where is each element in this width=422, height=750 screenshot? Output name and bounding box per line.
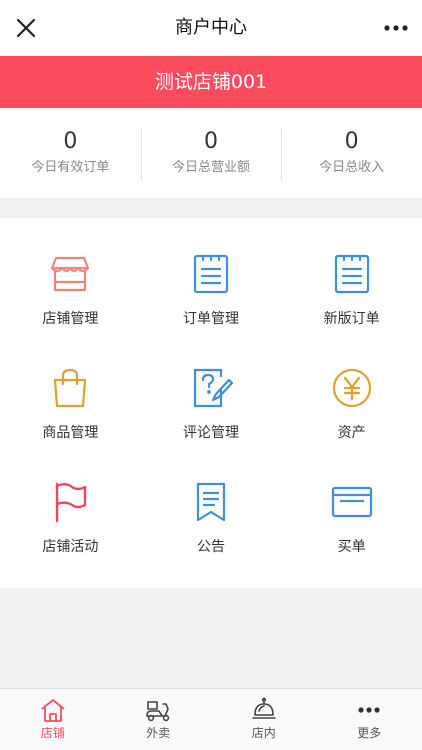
bookmark-icon xyxy=(189,480,233,524)
card-icon xyxy=(330,480,374,524)
more-dots-icon xyxy=(384,25,408,31)
menu-order-management[interactable]: 订单管理 xyxy=(141,242,282,356)
page-title: 商户中心 xyxy=(175,17,247,38)
menu-store-activities[interactable]: 店铺活动 xyxy=(0,470,141,584)
yen-coin-icon xyxy=(330,366,374,410)
menu-announcement[interactable]: 公告 xyxy=(141,470,282,584)
stat-value: 0 xyxy=(204,129,218,154)
menu-label: 公告 xyxy=(196,539,225,555)
tab-dine-in[interactable]: 店内 xyxy=(211,689,317,750)
menu-label: 订单管理 xyxy=(182,311,239,327)
tab-label: 更多 xyxy=(357,726,382,740)
tab-takeout[interactable]: 外卖 xyxy=(106,689,212,750)
stat-label: 今日有效订单 xyxy=(31,160,110,175)
menu-new-orders[interactable]: 新版订单 xyxy=(281,242,422,356)
tab-label: 外卖 xyxy=(146,726,171,740)
new-order-icon xyxy=(330,252,374,296)
nav-bar: 商户中心 xyxy=(0,0,422,56)
stat-label: 今日总收入 xyxy=(319,160,385,175)
store-icon xyxy=(48,252,92,296)
shopping-bag-icon xyxy=(48,366,92,410)
stats-panel: 0 今日有效订单 0 今日总营业额 0 今日总收入 xyxy=(0,108,422,198)
stat-total-income[interactable]: 0 今日总收入 xyxy=(281,127,422,181)
more-dots-icon xyxy=(355,697,383,723)
menu-product-management[interactable]: 商品管理 xyxy=(0,356,141,470)
more-button[interactable] xyxy=(382,18,410,38)
tab-label: 店内 xyxy=(251,726,276,740)
order-list-icon xyxy=(189,252,233,296)
tab-label: 店铺 xyxy=(40,726,65,740)
stat-total-turnover[interactable]: 0 今日总营业额 xyxy=(140,127,282,181)
bottom-tab-bar: 店铺 外卖 店内 更多 xyxy=(0,688,422,750)
menu-label: 店铺活动 xyxy=(42,539,99,555)
stat-label: 今日总营业额 xyxy=(172,160,251,175)
tab-store[interactable]: 店铺 xyxy=(0,689,106,750)
function-grid: 店铺管理 订单管理 新版订单 商品管理 评论管理 资产 店铺活动 公告 买单 xyxy=(0,218,422,588)
scooter-icon xyxy=(144,697,172,723)
home-icon xyxy=(39,697,67,723)
stat-value: 0 xyxy=(344,129,359,154)
menu-assets[interactable]: 资产 xyxy=(281,356,422,470)
menu-label: 商品管理 xyxy=(42,425,99,441)
menu-label: 买单 xyxy=(337,539,366,555)
menu-checkout[interactable]: 买单 xyxy=(281,470,422,584)
review-icon xyxy=(189,366,233,410)
tab-more[interactable]: 更多 xyxy=(317,689,422,750)
menu-label: 评论管理 xyxy=(182,425,239,441)
store-banner: 测试店铺001 xyxy=(0,56,422,108)
menu-store-management[interactable]: 店铺管理 xyxy=(0,242,141,356)
flag-icon xyxy=(48,480,92,524)
menu-label: 新版订单 xyxy=(323,311,380,327)
menu-label: 资产 xyxy=(337,425,366,441)
menu-label: 店铺管理 xyxy=(42,311,99,327)
stat-valid-orders[interactable]: 0 今日有效订单 xyxy=(0,127,141,179)
stat-value: 0 xyxy=(63,129,78,154)
menu-review-management[interactable]: 评论管理 xyxy=(141,356,282,470)
dining-bell-icon xyxy=(250,697,278,723)
